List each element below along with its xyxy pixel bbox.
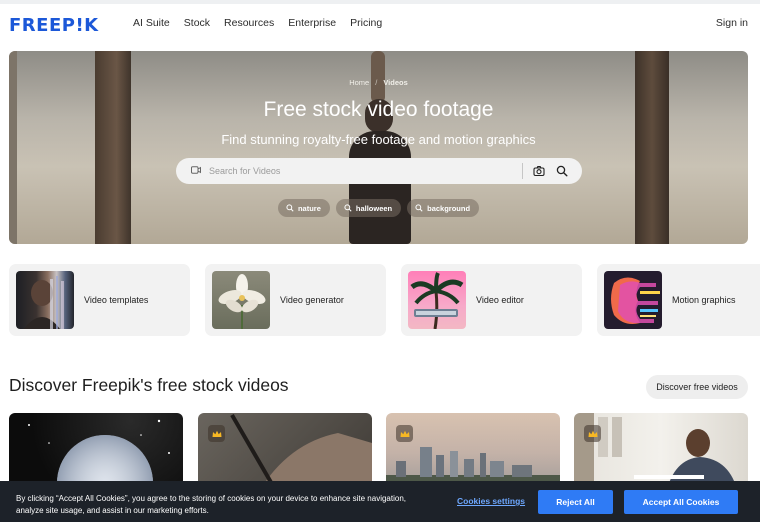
main-nav-links: AI Suite Stock Resources Enterprise Pric… (133, 17, 396, 29)
category-label: Video editor (476, 295, 524, 305)
nav-link-pricing[interactable]: Pricing (350, 17, 382, 29)
video-icon (191, 166, 201, 174)
discover-free-videos-button[interactable]: Discover free videos (646, 375, 748, 399)
category-card-video-editor[interactable]: Video editor (401, 264, 582, 336)
premium-crown-icon (584, 425, 601, 442)
cookie-consent-text: By clicking “Accept All Cookies”, you ag… (16, 494, 406, 515)
suggestion-chip-halloween[interactable]: halloween (335, 199, 402, 217)
cookie-consent-banner: By clicking “Accept All Cookies”, you ag… (0, 481, 760, 522)
category-cards: Video templates Video generator Video ed… (9, 264, 760, 336)
chip-label: halloween (355, 203, 393, 213)
portrait-glitch-thumbnail (16, 271, 74, 329)
suggested-searches: nature halloween background (9, 199, 748, 217)
category-label: Video templates (84, 295, 149, 305)
category-label: Motion graphics (672, 295, 736, 305)
premium-crown-icon (396, 425, 413, 442)
category-card-motion-graphics[interactable]: Motion graphics (597, 264, 760, 336)
suggestion-chip-background[interactable]: background (407, 199, 480, 217)
sign-in-link[interactable]: Sign in (716, 17, 748, 29)
premium-crown-icon (208, 425, 225, 442)
suggestion-chip-nature[interactable]: nature (277, 199, 330, 217)
colorful-face-thumbnail (604, 271, 662, 329)
nav-link-enterprise[interactable]: Enterprise (288, 17, 336, 29)
nav-link-resources[interactable]: Resources (224, 17, 274, 29)
chip-label: background (427, 203, 471, 213)
search-icon (415, 204, 423, 212)
search-icon (344, 204, 352, 212)
breadcrumb-home[interactable]: Home (349, 78, 369, 87)
page-title: Free stock video footage (263, 98, 494, 121)
category-card-video-generator[interactable]: Video generator (205, 264, 386, 336)
palm-tree-thumbnail (408, 271, 466, 329)
nav-link-stock[interactable]: Stock (184, 17, 210, 29)
hero-banner: Home / Videos Free stock video footage Fin… (9, 51, 748, 244)
camera-icon[interactable] (533, 165, 545, 177)
nav-link-ai-suite[interactable]: AI Suite (133, 17, 170, 29)
white-flower-thumbnail (212, 271, 270, 329)
category-card-video-templates[interactable]: Video templates (9, 264, 190, 336)
section-title: Discover Freepik's free stock videos (9, 375, 289, 395)
search-divider (522, 163, 523, 179)
breadcrumb-current: Videos (383, 78, 408, 87)
category-label: Video generator (280, 295, 344, 305)
page-subtitle: Find stunning royalty-free footage and m… (221, 132, 536, 147)
search-icon[interactable] (556, 165, 568, 177)
cookies-settings-link[interactable]: Cookies settings (457, 496, 525, 506)
chip-label: nature (297, 203, 321, 213)
top-navigation: FREEP!K AI Suite Stock Resources Enterpr… (0, 4, 760, 42)
search-bar (176, 158, 582, 184)
accept-all-cookies-button[interactable]: Accept All Cookies (624, 490, 738, 514)
breadcrumb: Home / Videos (349, 78, 408, 87)
reject-all-button[interactable]: Reject All (538, 490, 613, 514)
freepik-logo[interactable]: FREEP!K (9, 15, 99, 36)
search-icon (286, 204, 294, 212)
search-input[interactable] (209, 162, 509, 180)
